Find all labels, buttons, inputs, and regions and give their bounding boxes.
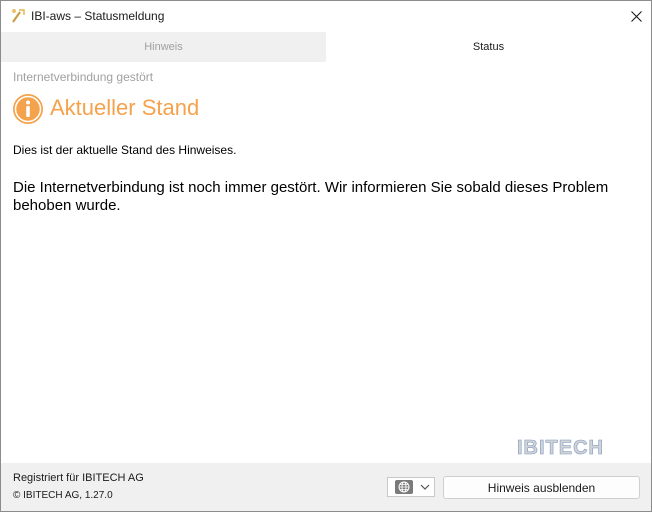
copyright-text: © IBITECH AG, 1.27.0 [13, 490, 113, 501]
info-icon [13, 94, 43, 124]
language-select[interactable] [387, 477, 435, 497]
chevron-down-icon [420, 484, 430, 490]
window-title: IBI-aws – Statusmeldung [31, 9, 165, 23]
status-subtitle: Internetverbindung gestört [13, 70, 154, 84]
footer-bar: Registriert für IBITECH AG © IBITECH AG,… [1, 463, 651, 511]
svg-text:IBITECH: IBITECH [517, 437, 604, 457]
registration-text: Registriert für IBITECH AG [13, 472, 144, 484]
title-bar: IBI-aws – Statusmeldung [1, 1, 651, 32]
status-message: Die Internetverbindung ist noch immer ge… [13, 179, 609, 214]
tab-status[interactable]: Status [326, 32, 651, 62]
close-button[interactable] [621, 1, 651, 32]
tab-bar: Hinweis Status [1, 32, 651, 62]
globe-icon [395, 480, 413, 494]
ibitech-logo: IBITECH [517, 437, 604, 457]
intro-text: Dies ist der aktuelle Stand des Hinweise… [13, 143, 237, 157]
page-heading: Aktueller Stand [50, 95, 200, 120]
hide-notice-button[interactable]: Hinweis ausblenden [443, 476, 640, 499]
app-icon [12, 9, 25, 23]
dialog-window: IBI-aws – Statusmeldung Hinweis Status I… [0, 0, 652, 512]
close-icon [630, 11, 642, 22]
tab-hinweis[interactable]: Hinweis [1, 32, 326, 62]
